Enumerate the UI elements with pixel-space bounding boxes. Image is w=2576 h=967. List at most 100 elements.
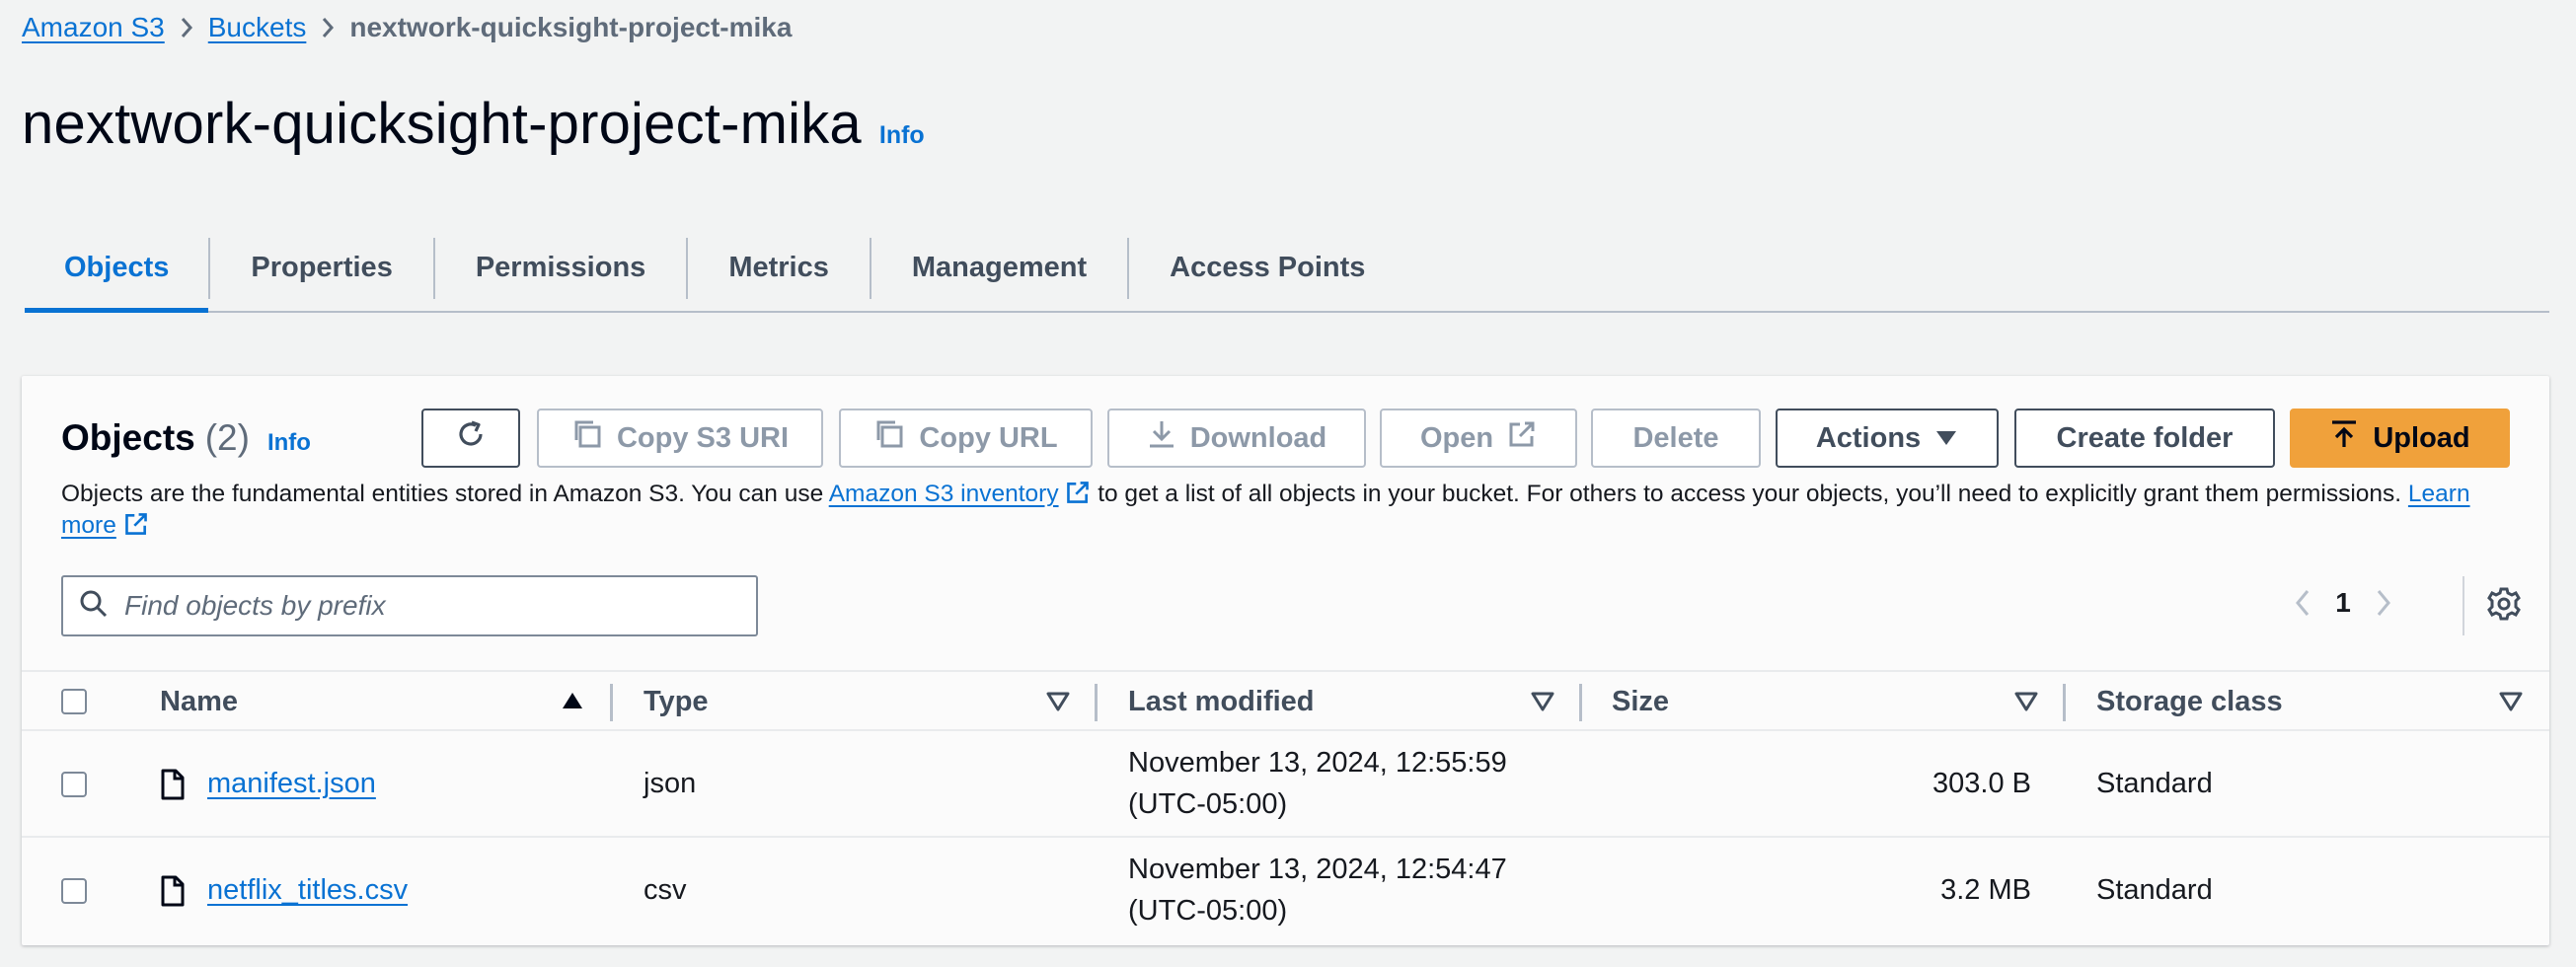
copy-icon (873, 418, 905, 458)
objects-panel: Objects (2) Info Copy S3 URI Copy URL Do… (22, 376, 2549, 945)
tab-list: Objects Properties Permissions Metrics M… (25, 225, 2549, 313)
description-text: to get a list of all objects in your buc… (1091, 481, 2408, 507)
tab-access-points[interactable]: Access Points (1129, 225, 1405, 311)
create-folder-button[interactable]: Create folder (2014, 409, 2275, 468)
upload-button[interactable]: Upload (2290, 409, 2510, 468)
sort-icon[interactable] (1046, 692, 1070, 716)
actions-label: Actions (1815, 421, 1922, 454)
object-last-modified: November 13, 2024, 12:54:47 (1128, 854, 1507, 885)
info-link[interactable]: Info (879, 121, 925, 150)
tab-objects[interactable]: Objects (25, 225, 209, 313)
object-storage-class: Standard (2096, 768, 2213, 799)
search-field[interactable] (61, 575, 758, 636)
download-label: Download (1189, 421, 1327, 454)
tab-management[interactable]: Management (871, 225, 1127, 311)
tab-label: Access Points (1170, 252, 1366, 283)
tab-permissions[interactable]: Permissions (435, 225, 686, 311)
search-icon (79, 589, 109, 624)
object-last-modified-tz: (UTC-05:00) (1128, 895, 1288, 927)
open-label: Open (1419, 421, 1494, 454)
object-name-link[interactable]: netflix_titles.csv (207, 874, 408, 907)
external-link-icon (123, 512, 149, 539)
open-button[interactable]: Open (1380, 409, 1577, 468)
actions-dropdown[interactable]: Actions (1776, 409, 1999, 468)
objects-count: (2) (204, 417, 250, 458)
object-last-modified-tz: (UTC-05:00) (1128, 788, 1288, 820)
description-text: Objects are the fundamental entities sto… (61, 481, 829, 507)
tab-label: Metrics (728, 252, 829, 283)
objects-heading: Objects (2) Info (61, 417, 311, 459)
chevron-right-icon (165, 16, 208, 39)
sort-icon[interactable] (2014, 692, 2038, 716)
file-icon (160, 769, 186, 805)
row-checkbox[interactable] (61, 772, 87, 797)
create-folder-label: Create folder (2056, 421, 2234, 454)
column-label: Storage class (2096, 685, 2283, 717)
file-icon (160, 875, 186, 912)
objects-description: Objects are the fundamental entities sto… (61, 479, 2519, 542)
pager-divider (2462, 576, 2464, 635)
column-label: Size (1612, 685, 1670, 717)
tab-label: Properties (251, 252, 393, 283)
column-header-type[interactable]: Type (644, 672, 709, 731)
breadcrumb-buckets[interactable]: Buckets (208, 12, 307, 43)
page-number[interactable]: 1 (2323, 587, 2363, 619)
table-row: netflix_titles.csv csv November 13, 2024… (22, 838, 2549, 944)
delete-label: Delete (1632, 421, 1719, 454)
breadcrumb-amazon-s3[interactable]: Amazon S3 (22, 12, 165, 43)
refresh-button[interactable] (421, 409, 520, 468)
object-storage-class: Standard (2096, 874, 2213, 906)
objects-title: Objects (61, 417, 195, 458)
select-all-checkbox[interactable] (61, 689, 87, 714)
object-size: 3.2 MB (1940, 874, 2031, 906)
copy-icon (571, 418, 603, 458)
objects-info-link[interactable]: Info (267, 429, 311, 457)
tab-properties[interactable]: Properties (210, 225, 432, 311)
object-last-modified: November 13, 2024, 12:55:59 (1128, 747, 1507, 779)
table-row: manifest.json json November 13, 2024, 12… (22, 731, 2549, 838)
upload-label: Upload (2373, 421, 2470, 454)
search-input[interactable] (122, 589, 719, 623)
page-header: nextwork-quicksight-project-mika Info (22, 91, 925, 157)
upload-icon (2329, 418, 2359, 458)
copy-url-label: Copy URL (919, 421, 1058, 454)
sort-ascending-icon[interactable] (561, 691, 584, 715)
column-header-last-modified[interactable]: Last modified (1128, 672, 1315, 731)
column-label: Name (160, 685, 238, 717)
column-header-name[interactable]: Name (160, 672, 238, 731)
column-header-size[interactable]: Size (1612, 672, 1669, 731)
object-name-link[interactable]: manifest.json (207, 768, 376, 800)
sort-icon[interactable] (1531, 692, 1554, 716)
angle-left-icon[interactable] (2282, 588, 2323, 618)
object-type: csv (644, 874, 687, 906)
refresh-icon (454, 417, 488, 459)
column-resizer[interactable] (2063, 684, 2066, 721)
delete-button[interactable]: Delete (1591, 409, 1761, 468)
object-size: 303.0 B (1932, 768, 2031, 799)
s3-inventory-link[interactable]: Amazon S3 inventory (829, 481, 1059, 507)
sort-icon[interactable] (2499, 692, 2523, 716)
tab-label: Management (911, 252, 1088, 283)
caret-down-icon (1934, 422, 1958, 455)
breadcrumb: Amazon S3 Buckets nextwork-quicksight-pr… (22, 12, 792, 43)
angle-right-icon[interactable] (2363, 588, 2404, 618)
tab-label: Permissions (475, 252, 646, 283)
column-resizer[interactable] (610, 684, 613, 721)
column-resizer[interactable] (1095, 684, 1098, 721)
column-resizer[interactable] (1579, 684, 1582, 721)
copy-s3-uri-button[interactable]: Copy S3 URI (537, 409, 823, 468)
tab-label: Objects (64, 252, 170, 283)
copy-s3-uri-label: Copy S3 URI (616, 421, 790, 454)
copy-url-button[interactable]: Copy URL (839, 409, 1093, 468)
download-button[interactable]: Download (1107, 409, 1366, 468)
chevron-right-icon (306, 16, 349, 39)
external-link-icon (1507, 419, 1537, 457)
tab-metrics[interactable]: Metrics (688, 225, 870, 311)
column-header-storage-class[interactable]: Storage class (2096, 672, 2283, 731)
settings-icon[interactable] (2485, 585, 2523, 628)
row-checkbox[interactable] (61, 878, 87, 904)
external-link-icon (1065, 481, 1091, 507)
download-icon (1147, 418, 1176, 458)
pagination: 1 (2282, 587, 2404, 619)
column-label: Last modified (1128, 685, 1315, 717)
